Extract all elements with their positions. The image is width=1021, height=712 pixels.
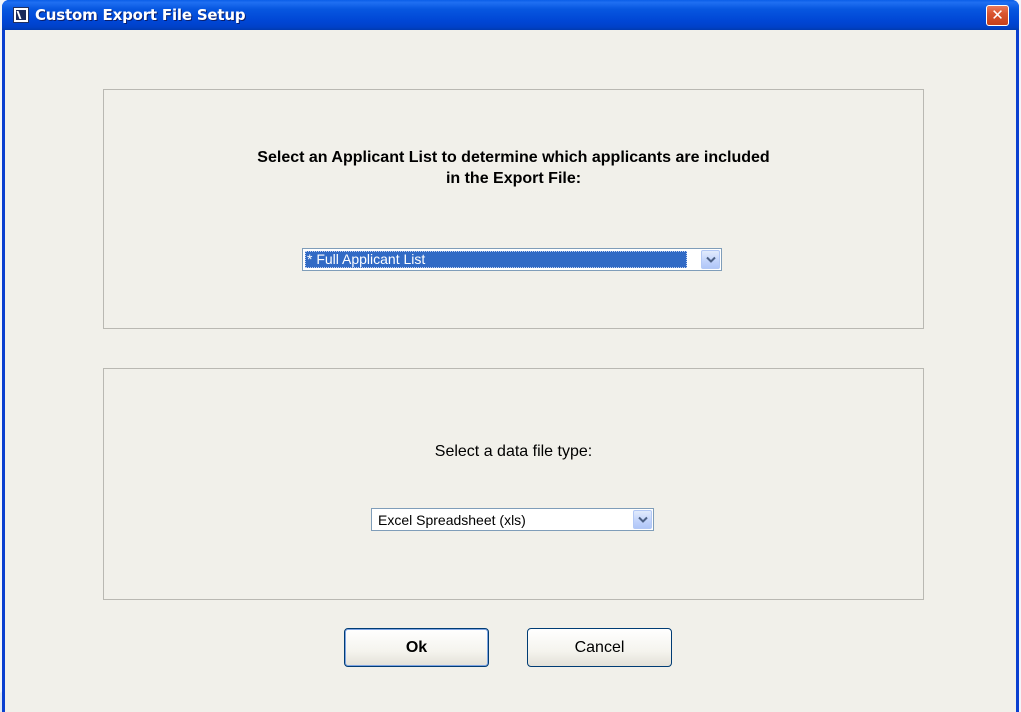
applicant-list-selected-value: * Full Applicant List	[305, 251, 687, 268]
applicant-list-dropdown[interactable]: * Full Applicant List	[302, 248, 722, 271]
file-type-dropdown-button[interactable]	[633, 510, 652, 529]
dialog-body: Select an Applicant List to determine wh…	[5, 30, 1016, 712]
applicant-list-prompt: Select an Applicant List to determine wh…	[104, 147, 923, 189]
file-type-group: Select a data file type: Excel Spreadshe…	[103, 368, 924, 600]
applicant-list-group: Select an Applicant List to determine wh…	[103, 89, 924, 329]
title-bar[interactable]: Custom Export File Setup ✕	[2, 0, 1019, 30]
applicant-list-prompt-line1: Select an Applicant List to determine wh…	[257, 149, 770, 166]
applicant-list-prompt-line2: in the Export File:	[445, 170, 582, 187]
applicant-list-dropdown-button[interactable]	[701, 250, 720, 269]
cancel-button[interactable]: Cancel	[527, 628, 672, 667]
file-type-dropdown[interactable]: Excel Spreadsheet (xls)	[371, 508, 654, 531]
ok-button[interactable]: Ok	[344, 628, 489, 667]
app-icon[interactable]	[13, 7, 29, 23]
dialog-window: Custom Export File Setup ✕ Select an App…	[2, 0, 1019, 712]
chevron-down-icon	[638, 516, 648, 523]
window-title: Custom Export File Setup	[35, 6, 246, 24]
chevron-down-icon	[706, 256, 716, 263]
close-icon: ✕	[991, 6, 1004, 24]
file-type-prompt: Select a data file type:	[434, 443, 593, 460]
file-type-selected-value: Excel Spreadsheet (xls)	[378, 512, 526, 528]
close-button[interactable]: ✕	[986, 5, 1009, 26]
